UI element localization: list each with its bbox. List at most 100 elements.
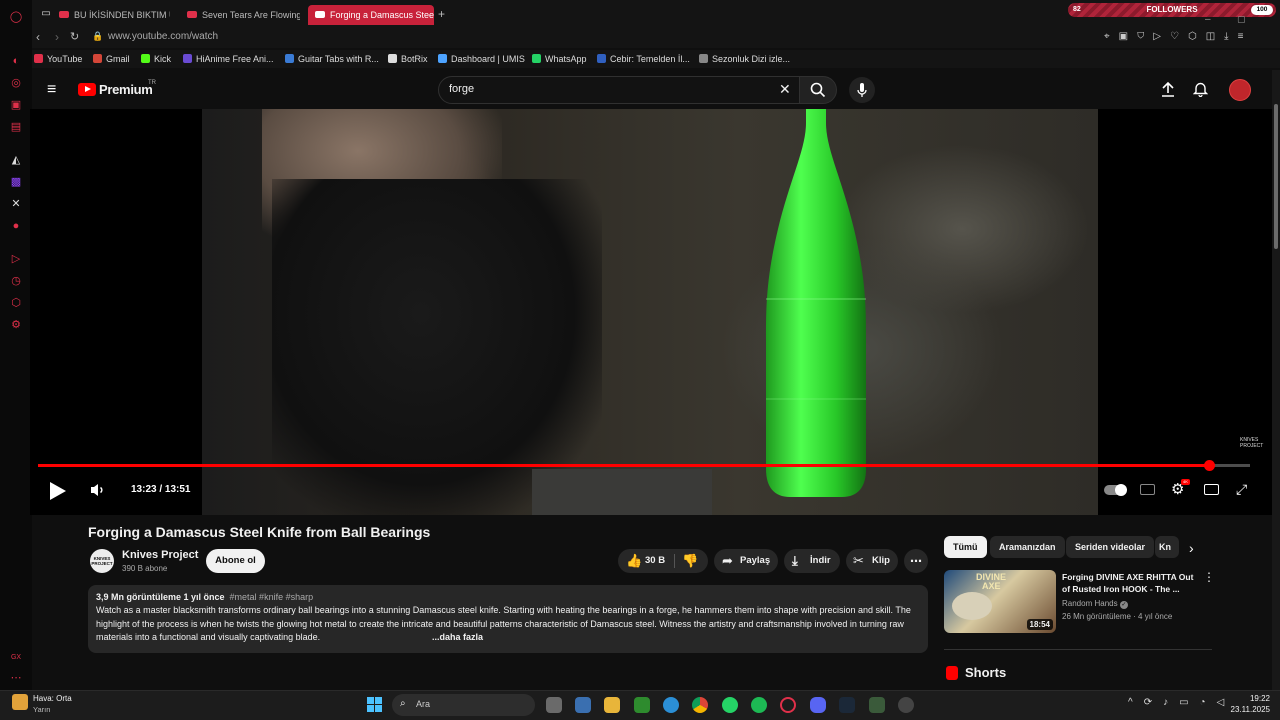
xbox-icon[interactable] xyxy=(634,697,650,713)
youtube-premium-label[interactable]: Premium xyxy=(99,82,153,97)
bookmark-item[interactable]: Cebir: Temelden İl... xyxy=(597,54,690,64)
player-icon[interactable]: ▷ xyxy=(8,251,24,267)
voice-search-button[interactable] xyxy=(849,77,875,103)
app-icon[interactable] xyxy=(869,697,885,713)
extensions-toolbar-icon[interactable]: ⬡ xyxy=(1188,31,1206,42)
channel-avatar[interactable]: KNIVES PROJECT xyxy=(90,549,114,573)
gaming-icon[interactable]: ◎ xyxy=(8,75,24,91)
flow-icon[interactable]: ▷ xyxy=(1153,31,1170,42)
play-icon[interactable] xyxy=(50,482,66,500)
tab-seven-tears[interactable]: Seven Tears Are Flowing xyxy=(180,5,300,25)
taskbar-search[interactable]: ⌕ Ara xyxy=(392,694,535,716)
subtitles-icon[interactable] xyxy=(1140,484,1155,495)
whatsapp-icon[interactable] xyxy=(722,697,738,713)
kick-icon[interactable]: ◭ xyxy=(8,152,24,168)
progress-scrubber[interactable] xyxy=(1203,460,1215,471)
box-icon[interactable]: ◫ xyxy=(1206,31,1224,42)
description-box[interactable]: 3,9 Mn görüntüleme 1 yıl önce #metal #kn… xyxy=(88,585,928,653)
aria-icon[interactable]: ◐ xyxy=(8,53,24,69)
notifications-bell-icon[interactable] xyxy=(1193,81,1208,97)
tray-sync-icon[interactable]: ⟳ xyxy=(1144,697,1163,708)
tray-overflow-icon[interactable]: ^ xyxy=(1128,697,1144,708)
bookmark-item[interactable]: HiAnime Free Ani... xyxy=(183,54,274,64)
new-tab-button[interactable]: + xyxy=(438,7,445,21)
like-icon[interactable]: 👍 xyxy=(626,549,642,573)
gx-icon[interactable]: GX xyxy=(8,650,24,666)
share-button[interactable]: ➦ Paylaş xyxy=(714,549,778,573)
windows-start-icon[interactable] xyxy=(367,697,383,713)
filter-chip[interactable]: Seriden videolar xyxy=(1066,536,1155,558)
spotify-icon[interactable] xyxy=(751,697,767,713)
filter-chip[interactable]: Tümü xyxy=(944,536,987,558)
weather-icon[interactable] xyxy=(12,694,28,710)
tray-mic-icon[interactable]: ♪ xyxy=(1163,697,1179,708)
video-player[interactable]: KNIVES PROJECT 13:23 / 13:51 ⚙ 4K ⤢ xyxy=(30,109,1272,515)
back-icon[interactable]: ‹ xyxy=(36,30,40,44)
filter-chip[interactable]: Kn xyxy=(1155,536,1179,558)
gx-corner-icon[interactable]: ▣ xyxy=(8,97,24,113)
microsoft-store-icon[interactable] xyxy=(575,697,591,713)
bookmark-item[interactable]: Gmail xyxy=(93,54,130,64)
scrollbar-thumb[interactable] xyxy=(1274,104,1278,249)
shield-icon[interactable]: ⛉ xyxy=(1137,31,1153,42)
bookmark-item[interactable]: BotRix xyxy=(388,54,428,64)
search-button[interactable] xyxy=(799,76,837,104)
file-explorer-icon[interactable] xyxy=(604,697,620,713)
download-icon[interactable]: ⤓ xyxy=(1224,31,1237,42)
maximize-button[interactable]: ▢ xyxy=(1237,14,1246,25)
more-actions-button[interactable]: ⋯ xyxy=(904,549,928,573)
url-field[interactable]: www.youtube.com/watch xyxy=(108,31,218,42)
twitch-red-icon[interactable]: ▤ xyxy=(8,119,24,135)
forward-icon[interactable]: › xyxy=(55,30,59,44)
like-count[interactable]: 30 B xyxy=(645,549,665,573)
bookmark-item[interactable]: WhatsApp xyxy=(532,54,587,64)
settings-icon[interactable]: ⚙ xyxy=(8,317,24,333)
autoplay-toggle[interactable] xyxy=(1104,484,1127,496)
bookmark-item[interactable]: Kick xyxy=(141,54,171,64)
tab-bu-ikisinden[interactable]: BU İKİSİNDEN BIKTIM UL... xyxy=(52,5,170,25)
youtube-logo-icon[interactable] xyxy=(78,83,96,96)
upload-icon[interactable] xyxy=(1161,81,1175,97)
clock-time[interactable]: 19:22 xyxy=(1230,694,1270,703)
chrome-icon[interactable] xyxy=(692,697,708,713)
download-button[interactable]: ⤓ İndir xyxy=(784,549,840,573)
edge-icon[interactable] xyxy=(663,697,679,713)
recommended-channel[interactable]: Random Hands ✓ xyxy=(1062,599,1128,609)
bookmark-item[interactable]: Guitar Tabs with R... xyxy=(285,54,379,64)
opera-gx-icon[interactable] xyxy=(780,697,796,713)
recommended-title[interactable]: Forging DIVINE AXE RHITTA Out of Rusted … xyxy=(1062,571,1198,595)
search-box[interactable]: forge ✕ xyxy=(438,76,800,104)
clip-button[interactable]: ✂ Klip xyxy=(846,549,898,573)
task-view-icon[interactable] xyxy=(546,697,562,713)
tray-network-icon[interactable]: ◔ xyxy=(1200,697,1217,708)
extensions-icon[interactable]: ⬡ xyxy=(8,295,24,311)
snapshot-icon[interactable]: ▣ xyxy=(1119,31,1137,42)
clear-search-icon[interactable]: ✕ xyxy=(779,81,791,98)
hamburger-menu-icon[interactable]: ≡ xyxy=(47,81,56,99)
bookmark-item[interactable]: Dashboard | UMIS xyxy=(438,54,525,64)
recommended-more-icon[interactable]: ⋮ xyxy=(1203,570,1215,584)
miniplayer-icon[interactable] xyxy=(1204,484,1219,495)
opera-logo-icon[interactable]: ◯ xyxy=(8,9,24,25)
filter-chip[interactable]: Aramanızdan xyxy=(990,536,1065,558)
fullscreen-icon[interactable]: ⤢ xyxy=(1236,481,1247,498)
clock-date[interactable]: 23.11.2025 xyxy=(1220,705,1270,714)
steam-icon[interactable] xyxy=(839,697,855,713)
search-input[interactable]: forge xyxy=(449,83,474,95)
subscribe-button[interactable]: Abone ol xyxy=(206,549,265,573)
page-scrollbar[interactable] xyxy=(1272,70,1280,690)
messenger-icon[interactable]: ● xyxy=(8,218,24,234)
progress-bar[interactable] xyxy=(38,460,1250,471)
tray-monitor-icon[interactable]: ▭ xyxy=(1179,697,1199,708)
x-twitter-icon[interactable]: ✕ xyxy=(8,196,24,212)
reload-icon[interactable]: ↻ xyxy=(70,30,79,43)
recommended-thumbnail[interactable]: DIVINE AXE 18:54 xyxy=(944,570,1056,633)
volume-icon[interactable] xyxy=(90,483,106,497)
video-frame[interactable]: KNIVES PROJECT xyxy=(202,109,1263,515)
show-more-link[interactable]: ...daha fazla xyxy=(428,631,484,645)
tab-forging-damascus[interactable]: Forging a Damascus Stee xyxy=(308,5,434,25)
account-avatar[interactable] xyxy=(1229,79,1251,101)
pin-icon[interactable]: ⌖ xyxy=(1104,31,1119,42)
menu-icon[interactable]: ≡ xyxy=(1238,31,1253,42)
discord-icon[interactable] xyxy=(810,697,826,713)
